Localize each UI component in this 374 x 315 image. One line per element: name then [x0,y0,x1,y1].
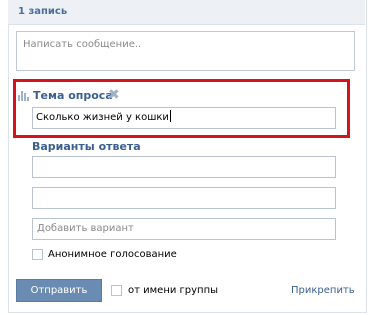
add-option-placeholder: Добавить вариант [37,223,134,234]
post-count-header: 1 запись [8,0,365,25]
message-placeholder: Написать сообщение.. [23,39,142,50]
anonymous-vote-checkbox[interactable] [32,249,43,260]
send-button-label: Отправить [30,285,88,296]
answer-option-input-1[interactable] [32,156,336,178]
poll-topic-title: Тема опроса [33,89,113,102]
poll-question-input[interactable]: Сколько жизней у кошки [32,107,336,129]
close-icon[interactable]: ✖ [108,87,120,103]
as-group-label[interactable]: от имени группы [128,285,218,296]
answer-options-title: Варианты ответа [32,140,141,153]
anonymous-vote-label[interactable]: Анонимное голосование [48,249,177,260]
as-group-checkbox[interactable] [111,285,122,296]
add-option-input[interactable]: Добавить вариант [32,218,336,240]
text-caret [169,110,171,122]
answer-option-input-2[interactable] [32,187,336,209]
message-input[interactable]: Написать сообщение.. [16,31,355,71]
send-button[interactable]: Отправить [16,279,102,302]
bar-chart-icon [18,91,29,101]
attach-link[interactable]: Прикрепить [291,285,355,296]
poll-question-value: Сколько жизней у кошки [36,112,169,123]
post-count-label: 1 запись [18,6,68,17]
